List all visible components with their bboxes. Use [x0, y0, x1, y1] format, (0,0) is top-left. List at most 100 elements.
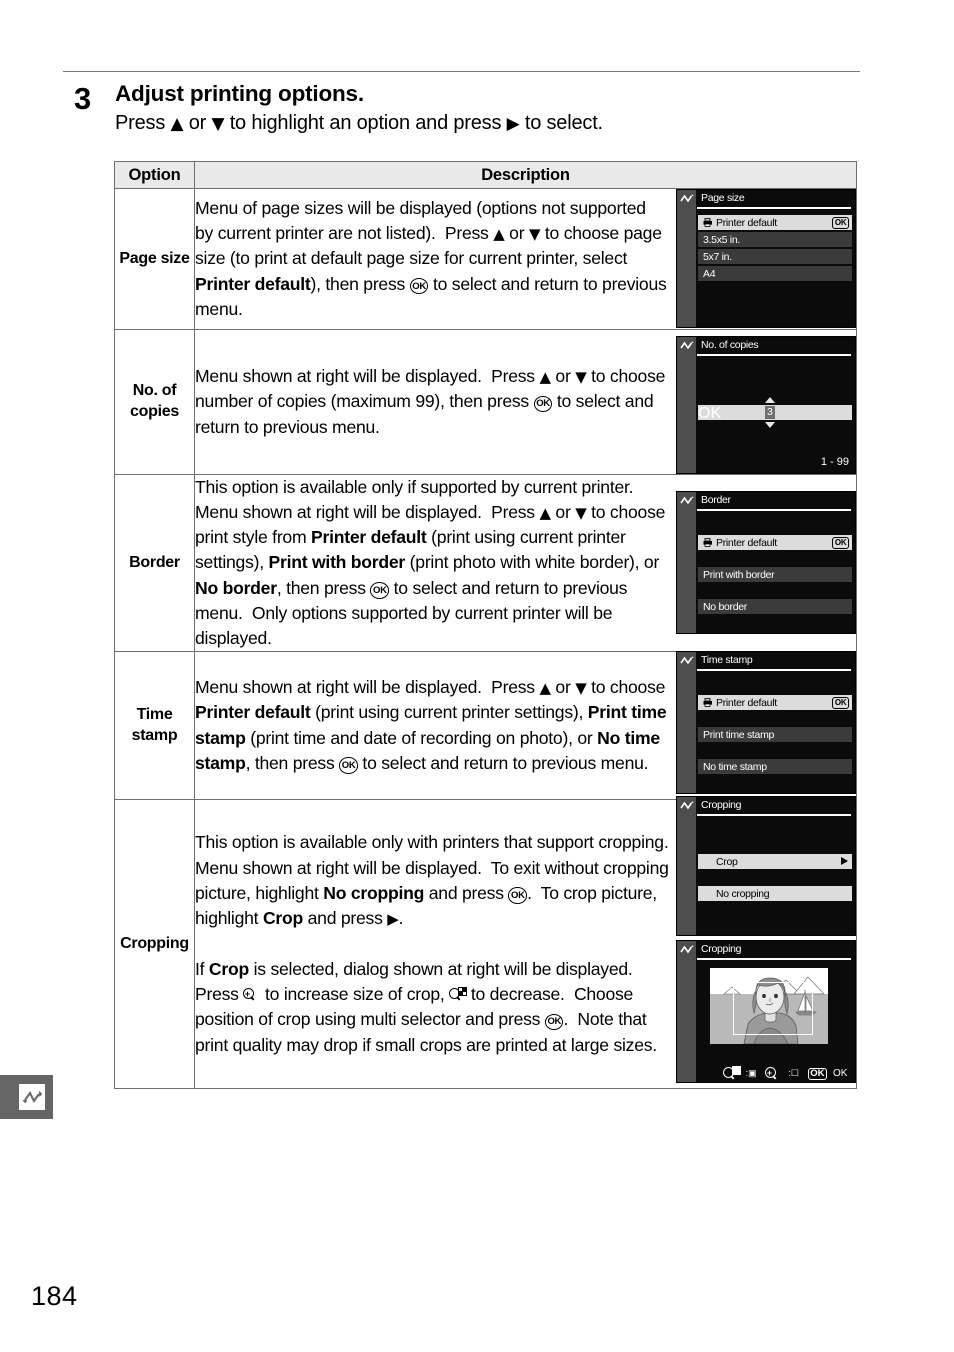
- menu-item-label: 3.5x5 in.: [703, 233, 740, 246]
- zoom-in-icon[interactable]: +: [765, 1066, 782, 1081]
- table-header-row: Option Description: [114, 161, 857, 189]
- screen-sidebar: [677, 652, 696, 793]
- copies-value: 3: [765, 406, 775, 419]
- instruction-part-1: Press: [115, 112, 171, 135]
- screen-page-size: Page size Printer default OK 3.5x5 in. 5…: [676, 189, 856, 328]
- screen-body: Printer default OK 3.5x5 in. 5x7 in. A4: [696, 209, 855, 327]
- printer-icon: [703, 218, 712, 227]
- screen-body: Printer default OK Print time stamp No t…: [696, 671, 855, 793]
- screen-sidebar: [677, 190, 696, 327]
- page-number: 184: [31, 1281, 78, 1311]
- screen-title: Page size: [701, 192, 745, 204]
- menu-item-label: No time stamp: [703, 760, 767, 773]
- option-label-border: Border: [114, 473, 195, 653]
- option-label-time-stamp: Time stamp: [114, 651, 195, 801]
- menu-item-no-time-stamp[interactable]: No time stamp: [698, 759, 852, 774]
- screen-cropping-menu: Cropping Crop No cropping: [676, 796, 856, 936]
- screen-sidebar: [677, 941, 696, 1082]
- zoom-in-icon: +: [243, 987, 260, 1002]
- decrement-arrow-icon[interactable]: [765, 422, 775, 428]
- zoom-out-icon[interactable]: [722, 1066, 741, 1081]
- column-header-option: Option: [114, 161, 195, 189]
- screen-header: Time stamp: [696, 652, 855, 670]
- ok-badge: OK: [832, 697, 849, 709]
- ptp-connect-icon: [680, 945, 694, 954]
- menu-item-print-with-border[interactable]: Print with border: [698, 567, 852, 582]
- increment-arrow-icon[interactable]: [765, 397, 775, 403]
- column-header-description: Description: [194, 161, 857, 189]
- ptp-connect-icon: [680, 496, 694, 505]
- ok-badge: OK: [832, 537, 849, 549]
- down-arrow-icon: ▼: [211, 114, 225, 135]
- menu-item-label: Printer default: [716, 216, 777, 229]
- ptp-connect-icon: [680, 341, 694, 350]
- menu-item-printer-default[interactable]: Printer default OK: [698, 535, 852, 550]
- instruction-part-4: to select.: [519, 112, 603, 135]
- screen-cropping-dialog: Cropping:▣ +:☐ OK OK: [676, 940, 856, 1083]
- step-number: 3: [74, 81, 91, 116]
- screen-header: Page size: [696, 190, 855, 208]
- ok-badge: OK: [807, 1067, 827, 1080]
- chapter-tab: [0, 1075, 53, 1119]
- screen-title: Cropping: [701, 943, 742, 955]
- chapter-tab-box: [19, 1084, 45, 1110]
- copies-value-field[interactable]: 3 OK: [698, 405, 852, 422]
- menu-item-label: Printer default: [716, 696, 777, 709]
- connection-icon: [22, 1090, 43, 1104]
- menu-item-label: Print with border: [703, 568, 775, 581]
- menu-item-5x7[interactable]: 5x7 in.: [698, 249, 852, 264]
- menu-item-label: No cropping: [716, 887, 770, 900]
- crop-rectangle[interactable]: [733, 982, 813, 1035]
- option-label-no-of-copies: No. of copies: [114, 329, 195, 475]
- header-rule: [63, 71, 860, 72]
- ok-label: OK: [832, 1068, 848, 1079]
- screen-body: Printer default OK Print with border No …: [696, 511, 855, 633]
- screen-sidebar: [677, 492, 696, 633]
- menu-item-no-border[interactable]: No border: [698, 599, 852, 614]
- screen-title: Border: [701, 494, 731, 506]
- menu-item-3-5x5[interactable]: 3.5x5 in.: [698, 232, 852, 247]
- chevron-right-icon: [841, 857, 848, 865]
- crop-control-bar: :▣ +:☐ OK OK: [715, 1066, 855, 1080]
- step-title: Adjust printing options.: [115, 81, 364, 106]
- menu-item-label: Print time stamp: [703, 728, 775, 741]
- printer-icon: [703, 538, 712, 547]
- right-arrow-icon: ▶: [506, 114, 520, 135]
- crop-preview-photo[interactable]: [710, 968, 828, 1044]
- screen-title: No. of copies: [701, 339, 759, 351]
- step-heading-block: 3 Adjust printing options. Press ▲ or ▼ …: [68, 80, 868, 136]
- ok-badge: OK: [698, 405, 722, 422]
- menu-item-label: A4: [703, 267, 716, 280]
- crop-enlarge-icon: :▣: [745, 1068, 757, 1078]
- screen-header: No. of copies: [696, 337, 855, 355]
- screen-title: Cropping: [701, 799, 742, 811]
- copies-range-label: 1 - 99: [820, 456, 849, 468]
- menu-item-label: 5x7 in.: [703, 250, 732, 263]
- step-instruction: Press ▲ or ▼ to highlight an option and …: [115, 111, 868, 136]
- manual-page: 3 Adjust printing options. Press ▲ or ▼ …: [0, 0, 954, 1352]
- menu-item-label: Printer default: [716, 536, 777, 549]
- screen-no-of-copies: No. of copies 3 OK 1 - 99: [676, 336, 856, 474]
- printer-icon: [703, 698, 712, 707]
- up-arrow-icon: ▲: [170, 114, 184, 135]
- menu-item-printer-default[interactable]: Printer default OK: [698, 695, 852, 710]
- screen-sidebar: [677, 337, 696, 473]
- screen-header: Cropping: [696, 941, 855, 959]
- screen-time-stamp: Time stamp Printer default OK Print time…: [676, 651, 856, 794]
- screen-body: 3 OK 1 - 99: [696, 356, 855, 473]
- menu-item-print-time-stamp[interactable]: Print time stamp: [698, 727, 852, 742]
- screen-header: Cropping: [696, 797, 855, 815]
- option-label-page-size: Page size: [114, 188, 195, 330]
- ptp-connect-icon: [680, 656, 694, 665]
- instruction-part-3: to highlight an option and press: [224, 112, 507, 135]
- screen-title: Time stamp: [701, 654, 753, 666]
- menu-item-no-cropping[interactable]: No cropping: [698, 886, 852, 901]
- option-label-cropping: Cropping: [114, 799, 195, 1090]
- menu-item-a4[interactable]: A4: [698, 266, 852, 281]
- screen-border: Border Printer default OK Print with bor…: [676, 491, 856, 634]
- menu-item-printer-default[interactable]: Printer default OK: [698, 215, 852, 230]
- ok-badge: OK: [832, 217, 849, 229]
- menu-item-crop[interactable]: Crop: [698, 854, 852, 869]
- screen-body: :▣ +:☐ OK OK: [696, 960, 855, 1082]
- screen-sidebar: [677, 797, 696, 935]
